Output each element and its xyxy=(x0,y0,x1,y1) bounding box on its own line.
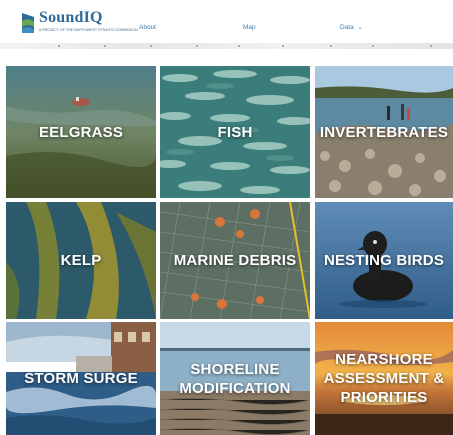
logo-title: SoundIQ xyxy=(39,9,103,26)
logo-subtitle: A PROJECT OF THE NORTHWEST STRAITS COMMI… xyxy=(39,28,138,32)
tile-label: FISH xyxy=(217,123,253,141)
tile-fish[interactable]: FISH xyxy=(160,66,310,198)
tile-label: STORM SURGE xyxy=(24,370,138,387)
tile-nesting-birds[interactable]: NESTING BIRDS xyxy=(315,202,453,319)
nav-about-link[interactable]: About xyxy=(139,24,156,31)
nav-map-link[interactable]: Map xyxy=(243,24,256,31)
tile-invertebrates[interactable]: INVERTEBRATES xyxy=(315,66,453,198)
topic-tile-grid: EELGRASS FISH INVERTEBRATES KELP MARINE … xyxy=(0,66,453,435)
tile-label: NEARSHORE ASSESSMENT & PRIORITIES xyxy=(323,351,445,406)
tile-kelp[interactable]: KELP xyxy=(6,202,156,319)
top-navigation-bar: SoundIQ A PROJECT OF THE NORTHWEST STRAI… xyxy=(0,0,453,46)
tile-label: NESTING BIRDS xyxy=(323,252,445,269)
tile-label: MARINE DEBRIS xyxy=(173,252,297,269)
soundiq-logo[interactable]: SoundIQ A PROJECT OF THE NORTHWEST STRAI… xyxy=(20,9,138,39)
tile-label: EELGRASS xyxy=(38,123,124,141)
nav-data-label: Data xyxy=(340,24,354,31)
tile-label: KELP xyxy=(60,252,102,269)
tile-nearshore-assessment[interactable]: NEARSHORE ASSESSMENT & PRIORITIES xyxy=(315,322,453,435)
nav-data-dropdown[interactable]: Data ⌄ xyxy=(340,24,363,31)
chevron-down-icon: ⌄ xyxy=(357,25,363,31)
tile-eelgrass[interactable]: EELGRASS xyxy=(6,66,156,198)
tile-label: SHORELINE MODIFICATION xyxy=(179,360,291,397)
tile-shoreline-modification[interactable]: SHORELINE MODIFICATION xyxy=(160,322,310,435)
scrolled-content-strip xyxy=(0,43,453,49)
tile-label: INVERTEBRATES xyxy=(319,123,449,141)
logo-mark-icon xyxy=(22,13,34,33)
tile-storm-surge[interactable]: STORM SURGE xyxy=(6,322,156,435)
tile-marine-debris[interactable]: MARINE DEBRIS xyxy=(160,202,310,319)
